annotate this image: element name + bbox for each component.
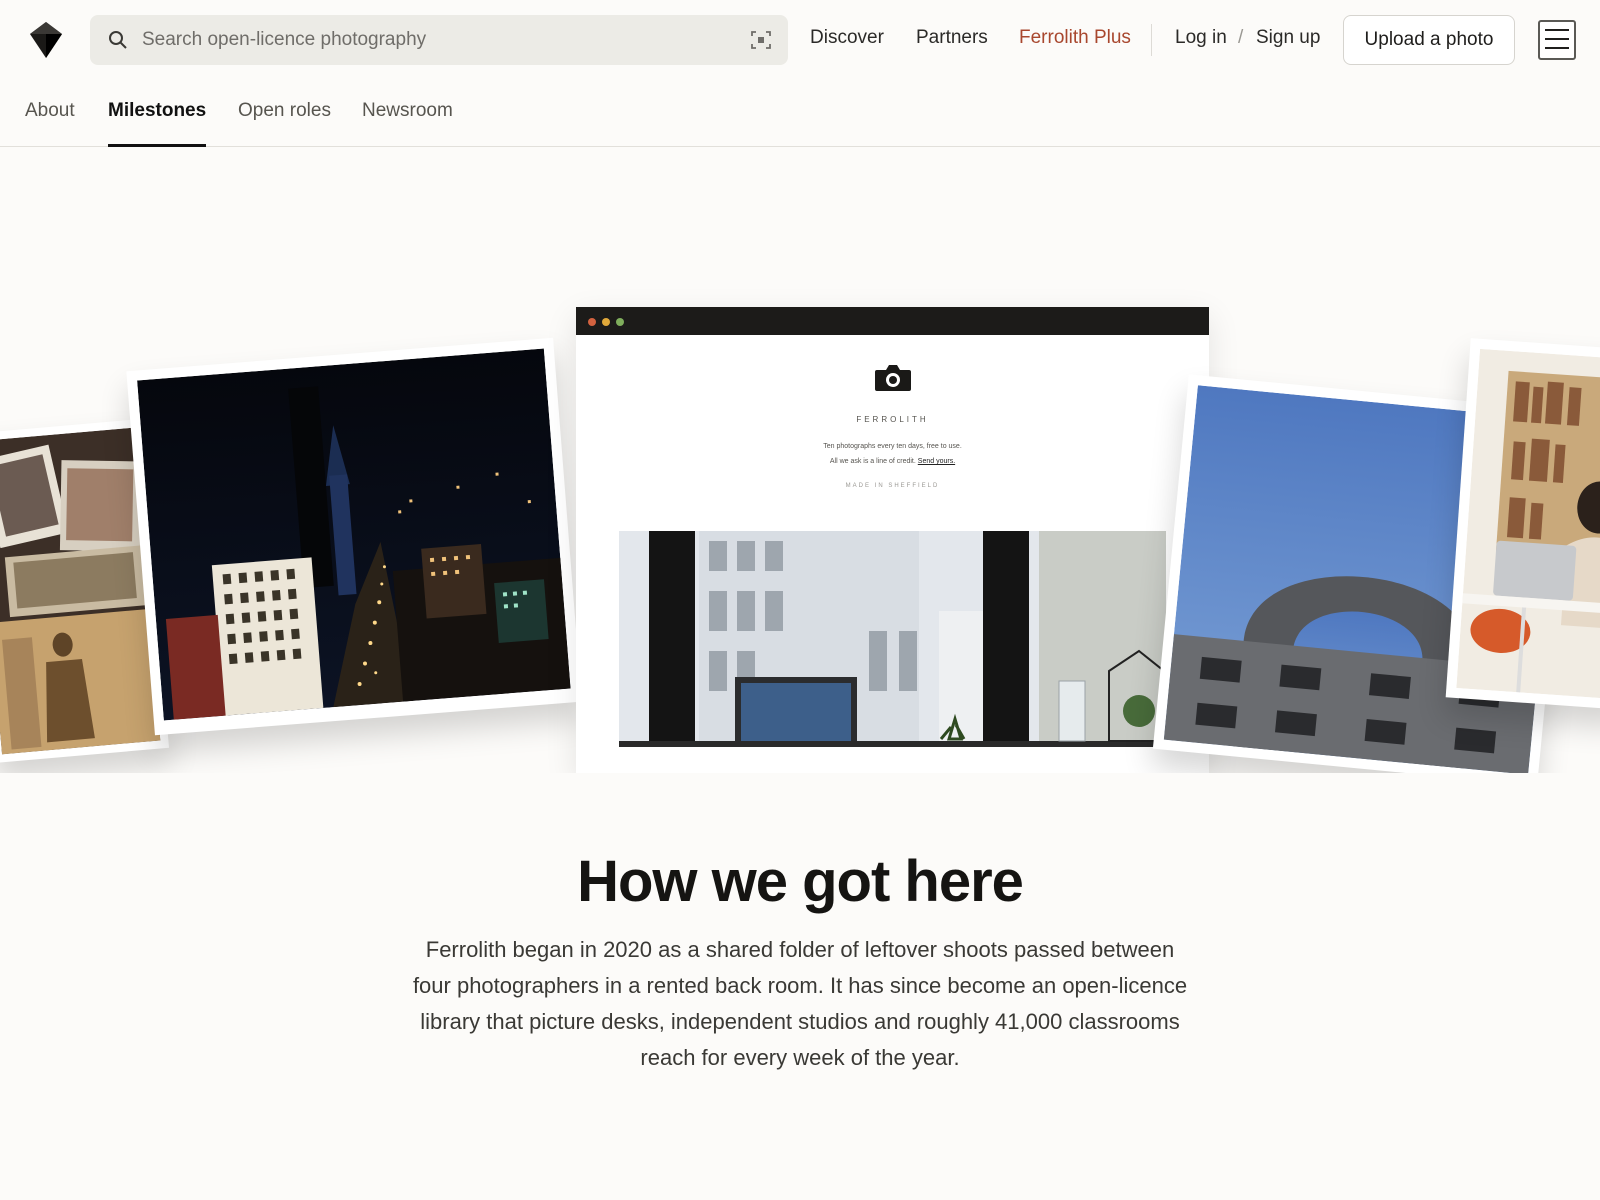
window-minimize-dot — [602, 318, 610, 326]
scan-icon[interactable] — [750, 29, 772, 51]
search-icon[interactable] — [108, 30, 128, 50]
nav-partners[interactable]: Partners — [916, 27, 988, 49]
tab-milestones[interactable]: Milestones — [108, 100, 207, 147]
section-tabs: About Milestones Open roles Newsroom — [0, 80, 1600, 147]
mockup-credit-line: All we ask is a line of credit. Send you… — [576, 458, 1209, 465]
search-input[interactable] — [142, 15, 702, 65]
mockup-tagline: Ten photographs every ten days, free to … — [823, 443, 962, 450]
signup-link[interactable]: Sign up — [1256, 27, 1320, 49]
hero-collage: FERROLITH Ten photographs every ten days… — [0, 148, 1600, 773]
intro-paragraph: Ferrolith began in 2020 as a shared fold… — [412, 937, 1188, 1070]
mockup-made-in: MADE IN SHEFFIELD — [845, 483, 940, 489]
tab-newsroom[interactable]: Newsroom — [362, 100, 453, 147]
nav-ferrolith-plus[interactable]: Ferrolith Plus — [1019, 27, 1131, 49]
menu-button[interactable] — [1538, 20, 1576, 60]
mockup-brand: FERROLITH — [856, 415, 929, 424]
login-link[interactable]: Log in — [1175, 27, 1227, 49]
nav-discover[interactable]: Discover — [810, 27, 884, 49]
auth-separator: / — [1238, 27, 1244, 48]
page-title: How we got here — [577, 849, 1024, 914]
logo-icon[interactable] — [28, 20, 64, 60]
website-mockup: FERROLITH Ten photographs every ten days… — [576, 307, 1209, 773]
tab-open-roles[interactable]: Open roles — [238, 100, 331, 147]
nav-divider — [1151, 24, 1152, 56]
tab-about[interactable]: About — [25, 100, 75, 147]
night-city-image — [126, 337, 582, 736]
window-close-dot — [588, 318, 596, 326]
search-bar[interactable] — [90, 15, 788, 65]
mockup-credit-text: All we ask is a line of credit. — [829, 458, 916, 465]
browser-bar — [576, 307, 1209, 335]
mockup-send-link: Send yours. — [917, 458, 956, 465]
window-maximize-dot — [616, 318, 624, 326]
site-header: Discover Partners Ferrolith Plus Log in … — [0, 0, 1600, 80]
office-window-image — [619, 531, 1166, 747]
library-workspace-image — [1445, 338, 1600, 710]
camera-icon — [873, 363, 913, 393]
upload-photo-button[interactable]: Upload a photo — [1343, 15, 1515, 65]
